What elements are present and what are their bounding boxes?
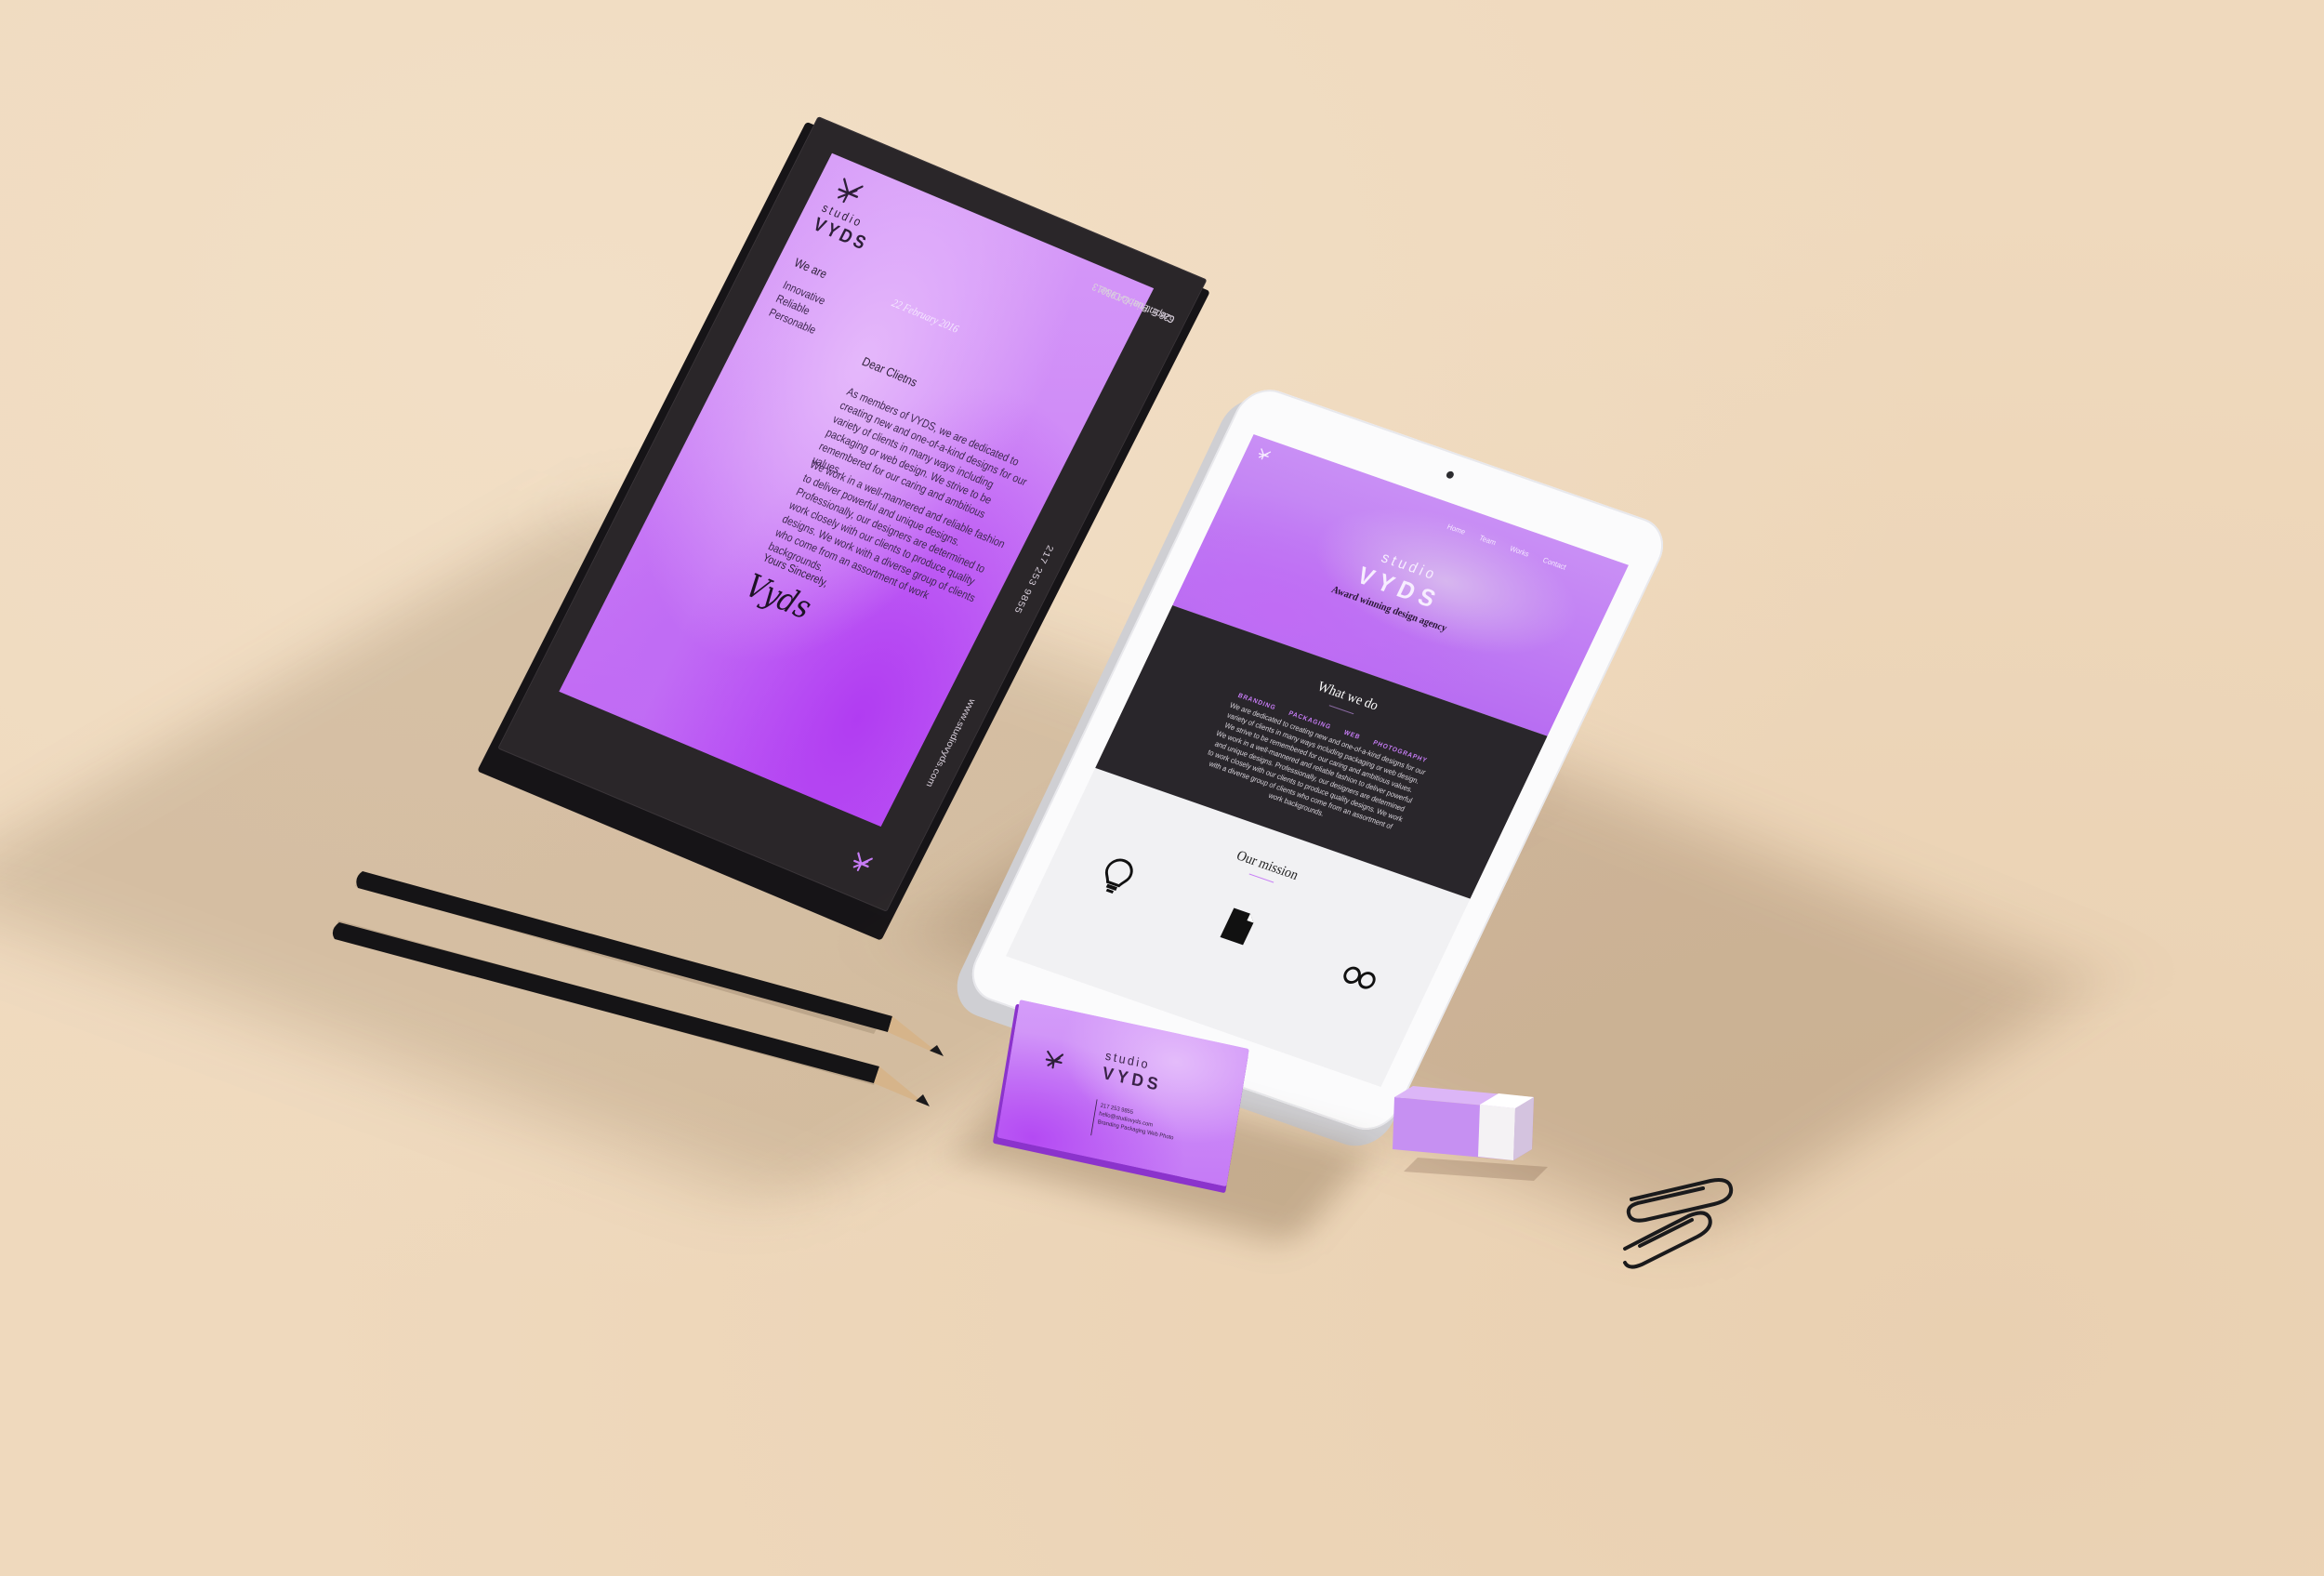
pencils (332, 871, 944, 1106)
card-divider (1090, 1099, 1098, 1136)
paper-clips (1623, 1178, 1734, 1269)
eraser (1393, 1086, 1548, 1181)
paper-clip (1626, 1178, 1734, 1223)
card-logo-icon (1045, 1050, 1064, 1069)
card-info: 217 253 9855 hello@studiovyds.com Brandi… (1097, 1102, 1177, 1143)
